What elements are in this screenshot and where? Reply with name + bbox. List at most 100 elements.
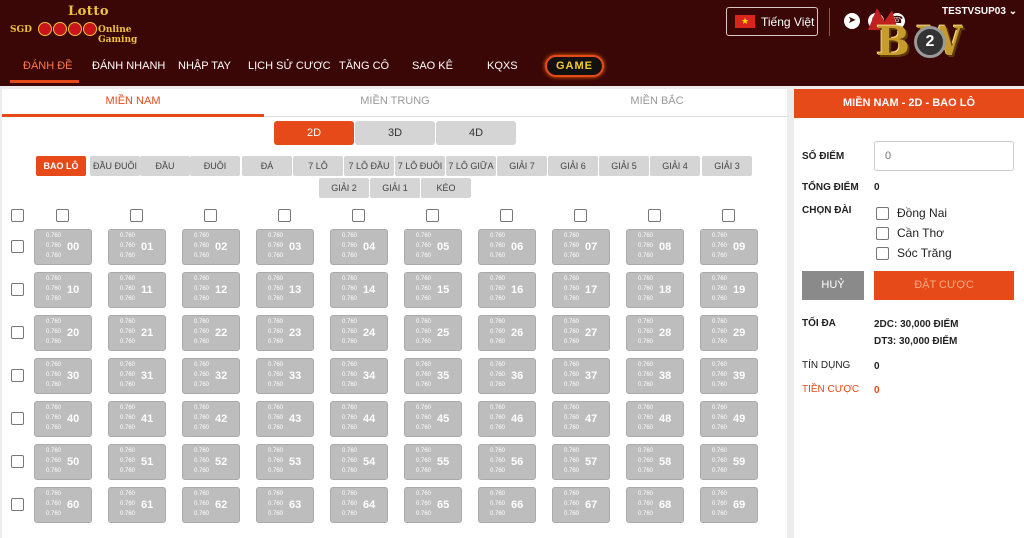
number-cell[interactable]: 0.760 0.760 0.760 12 <box>182 272 240 308</box>
nav-danh-nhanh[interactable]: ĐÁNH NHANH <box>92 52 165 86</box>
number-cell[interactable]: 0.760 0.760 0.760 33 <box>256 358 314 394</box>
select-all-checkbox[interactable] <box>11 209 24 222</box>
number-cell[interactable]: 0.760 0.760 0.760 52 <box>182 444 240 480</box>
station-dong-nai[interactable]: Đồng Nai <box>876 206 947 220</box>
number-cell[interactable]: 0.760 0.760 0.760 03 <box>256 229 314 265</box>
number-cell[interactable]: 0.760 0.760 0.760 24 <box>330 315 388 351</box>
number-cell[interactable]: 0.760 0.760 0.760 23 <box>256 315 314 351</box>
number-cell[interactable]: 0.760 0.760 0.760 04 <box>330 229 388 265</box>
number-cell[interactable]: 0.760 0.760 0.760 18 <box>626 272 684 308</box>
number-cell[interactable]: 0.760 0.760 0.760 59 <box>700 444 758 480</box>
number-cell[interactable]: 0.760 0.760 0.760 36 <box>478 358 536 394</box>
bet-type-button[interactable]: 7 LÔ ĐUÔI <box>395 156 445 176</box>
number-cell[interactable]: 0.760 0.760 0.760 30 <box>34 358 92 394</box>
number-cell[interactable]: 0.760 0.760 0.760 53 <box>256 444 314 480</box>
column-checkbox[interactable] <box>352 209 365 222</box>
number-cell[interactable]: 0.760 0.760 0.760 25 <box>404 315 462 351</box>
number-cell[interactable]: 0.760 0.760 0.760 20 <box>34 315 92 351</box>
bet-type-button[interactable]: GIẢI 2 <box>319 178 369 198</box>
number-cell[interactable]: 0.760 0.760 0.760 56 <box>478 444 536 480</box>
number-cell[interactable]: 0.760 0.760 0.760 39 <box>700 358 758 394</box>
number-cell[interactable]: 0.760 0.760 0.760 68 <box>626 487 684 523</box>
bet-type-button[interactable]: BAO LÔ <box>36 156 86 176</box>
number-cell[interactable]: 0.760 0.760 0.760 50 <box>34 444 92 480</box>
bet-type-button[interactable]: KÉO <box>421 178 471 198</box>
row-checkbox[interactable] <box>11 369 24 382</box>
number-cell[interactable]: 0.760 0.760 0.760 17 <box>552 272 610 308</box>
telegram-icon[interactable]: ➤ <box>844 13 860 29</box>
row-checkbox[interactable] <box>11 240 24 253</box>
tab-mien-trung[interactable]: MIỀN TRUNG <box>264 89 526 117</box>
nav-tang-co[interactable]: TĂNG CÔ <box>339 52 389 86</box>
number-cell[interactable]: 0.760 0.760 0.760 15 <box>404 272 462 308</box>
column-checkbox[interactable] <box>130 209 143 222</box>
column-checkbox[interactable] <box>426 209 439 222</box>
bet-type-button[interactable]: 7 LÔ <box>293 156 343 176</box>
nav-nhap-tay[interactable]: NHẬP TAY <box>178 52 231 86</box>
station-soc-trang[interactable]: Sóc Trăng <box>876 246 952 260</box>
bet-type-button[interactable]: 7 LÔ ĐẦU <box>344 156 394 176</box>
number-cell[interactable]: 0.760 0.760 0.760 44 <box>330 401 388 437</box>
station-checkbox[interactable] <box>876 226 889 240</box>
number-cell[interactable]: 0.760 0.760 0.760 07 <box>552 229 610 265</box>
bet-type-button[interactable]: ĐÁ <box>242 156 292 176</box>
column-checkbox[interactable] <box>278 209 291 222</box>
tab-mien-nam[interactable]: MIỀN NAM <box>2 89 264 117</box>
bet-type-button[interactable]: GIẢI 5 <box>599 156 649 176</box>
number-cell[interactable]: 0.760 0.760 0.760 32 <box>182 358 240 394</box>
bet-type-button[interactable]: ĐẦU ĐUÔI <box>90 156 140 176</box>
so-diem-input[interactable] <box>874 141 1014 171</box>
tab-4d[interactable]: 4D <box>436 121 516 145</box>
column-checkbox[interactable] <box>56 209 69 222</box>
number-cell[interactable]: 0.760 0.760 0.760 42 <box>182 401 240 437</box>
bet-type-button[interactable]: ĐẦU <box>140 156 190 176</box>
number-cell[interactable]: 0.760 0.760 0.760 58 <box>626 444 684 480</box>
number-cell[interactable]: 0.760 0.760 0.760 11 <box>108 272 166 308</box>
number-cell[interactable]: 0.760 0.760 0.760 62 <box>182 487 240 523</box>
number-cell[interactable]: 0.760 0.760 0.760 31 <box>108 358 166 394</box>
tab-mien-bac[interactable]: MIỀN BẮC <box>526 89 788 117</box>
number-cell[interactable]: 0.760 0.760 0.760 61 <box>108 487 166 523</box>
row-checkbox[interactable] <box>11 455 24 468</box>
number-cell[interactable]: 0.760 0.760 0.760 46 <box>478 401 536 437</box>
number-cell[interactable]: 0.760 0.760 0.760 45 <box>404 401 462 437</box>
number-cell[interactable]: 0.760 0.760 0.760 66 <box>478 487 536 523</box>
number-cell[interactable]: 0.760 0.760 0.760 49 <box>700 401 758 437</box>
number-cell[interactable]: 0.760 0.760 0.760 05 <box>404 229 462 265</box>
bet-type-button[interactable]: GIẢI 1 <box>370 178 420 198</box>
tab-2d[interactable]: 2D <box>274 121 354 145</box>
row-checkbox[interactable] <box>11 326 24 339</box>
column-checkbox[interactable] <box>648 209 661 222</box>
number-cell[interactable]: 0.760 0.760 0.760 09 <box>700 229 758 265</box>
number-cell[interactable]: 0.760 0.760 0.760 22 <box>182 315 240 351</box>
place-bet-button[interactable]: ĐẶT CƯỢC <box>874 271 1014 300</box>
number-cell[interactable]: 0.760 0.760 0.760 55 <box>404 444 462 480</box>
number-cell[interactable]: 0.760 0.760 0.760 69 <box>700 487 758 523</box>
number-cell[interactable]: 0.760 0.760 0.760 51 <box>108 444 166 480</box>
row-checkbox[interactable] <box>11 412 24 425</box>
tab-3d[interactable]: 3D <box>355 121 435 145</box>
number-cell[interactable]: 0.760 0.760 0.760 43 <box>256 401 314 437</box>
number-cell[interactable]: 0.760 0.760 0.760 40 <box>34 401 92 437</box>
row-checkbox[interactable] <box>11 498 24 511</box>
bet-type-button[interactable]: 7 LÔ GIỮA <box>446 156 496 176</box>
number-cell[interactable]: 0.760 0.760 0.760 02 <box>182 229 240 265</box>
user-menu[interactable]: TESTVSUP03 ⌄ <box>942 6 1017 17</box>
number-cell[interactable]: 0.760 0.760 0.760 08 <box>626 229 684 265</box>
number-cell[interactable]: 0.760 0.760 0.760 06 <box>478 229 536 265</box>
column-checkbox[interactable] <box>722 209 735 222</box>
number-cell[interactable]: 0.760 0.760 0.760 60 <box>34 487 92 523</box>
number-cell[interactable]: 0.760 0.760 0.760 16 <box>478 272 536 308</box>
cancel-button[interactable]: HUỶ <box>802 271 864 300</box>
number-cell[interactable]: 0.760 0.760 0.760 13 <box>256 272 314 308</box>
number-cell[interactable]: 0.760 0.760 0.760 14 <box>330 272 388 308</box>
bet-type-button[interactable]: GIẢI 6 <box>548 156 598 176</box>
number-cell[interactable]: 0.760 0.760 0.760 67 <box>552 487 610 523</box>
number-cell[interactable]: 0.760 0.760 0.760 47 <box>552 401 610 437</box>
station-checkbox[interactable] <box>876 206 889 220</box>
number-cell[interactable]: 0.760 0.760 0.760 28 <box>626 315 684 351</box>
number-cell[interactable]: 0.760 0.760 0.760 19 <box>700 272 758 308</box>
row-checkbox[interactable] <box>11 283 24 296</box>
number-cell[interactable]: 0.760 0.760 0.760 64 <box>330 487 388 523</box>
number-cell[interactable]: 0.760 0.760 0.760 10 <box>34 272 92 308</box>
